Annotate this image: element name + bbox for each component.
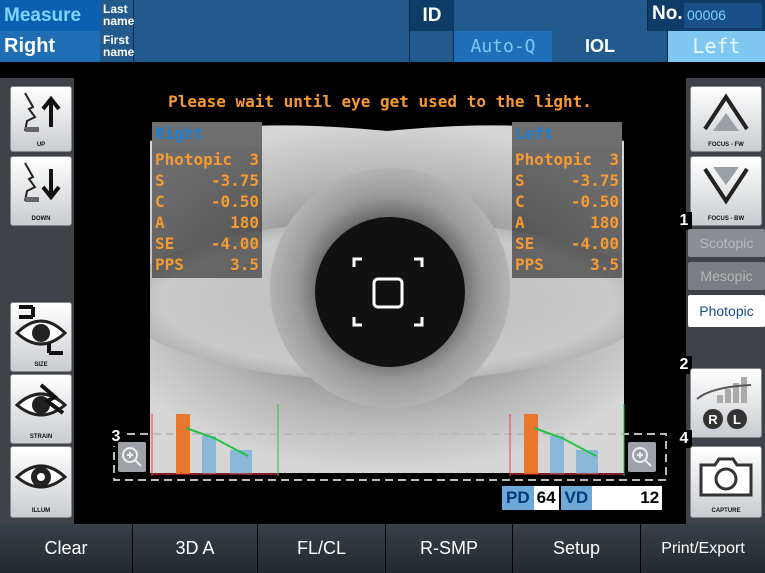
down-button[interactable]: DOWN	[10, 156, 72, 226]
vd-value: 12	[592, 486, 663, 510]
pd-vd-readout: PD 64 VD 12	[502, 486, 663, 510]
pupil-histogram-strip	[113, 404, 667, 481]
no-value: 00006	[684, 3, 762, 28]
zoom-left-button[interactable]	[628, 442, 656, 472]
hist-left-bar-2	[550, 436, 564, 474]
auto-q-button[interactable]: Auto-Q	[454, 31, 552, 62]
photopic-button[interactable]: Photopic	[688, 295, 765, 327]
vd-label: VD	[560, 486, 593, 510]
focus-fw-caption: FOCUS - FW	[708, 142, 744, 148]
focus-bw-button[interactable]: FOCUS - BW	[690, 156, 762, 226]
up-caption: UP	[36, 142, 46, 148]
chevron-up-icon	[703, 93, 749, 131]
left-photopic-row: Photopic 3	[515, 150, 619, 169]
right-pps-row: PPS 3.5	[155, 255, 259, 274]
up-button[interactable]: UP	[10, 86, 72, 152]
scotopic-button[interactable]: Scotopic	[688, 229, 765, 257]
left-se-row: SE -4.00	[515, 234, 619, 253]
left-a-row: A 180	[515, 213, 619, 232]
eye-strain-icon	[14, 383, 68, 417]
hist-left-bar-1	[524, 414, 538, 474]
bottom-toolbar: Clear 3D A FL/CL R-SMP Setup Print/Expor…	[0, 524, 765, 573]
hist-right-bar-3	[230, 450, 252, 474]
right-c-row: C -0.50	[155, 192, 259, 211]
down-caption: DOWN	[31, 216, 51, 222]
zoom-in-icon	[122, 447, 142, 467]
left-eye-button[interactable]: Left	[668, 31, 765, 62]
hist-right-bar-2	[202, 436, 216, 474]
strain-button[interactable]: STRAIN	[10, 374, 72, 444]
left-panel-title: Left	[512, 122, 622, 146]
capture-button[interactable]: CAPTURE	[690, 446, 762, 518]
zoom-in-icon	[632, 447, 652, 467]
badge-4: 4	[676, 430, 692, 448]
focus-bw-caption: FOCUS - BW	[707, 216, 745, 222]
right-s-row: S -3.75	[155, 171, 259, 190]
hist-left-curve	[533, 427, 597, 457]
first-name-field[interactable]	[134, 31, 410, 62]
no-label: No.	[652, 3, 683, 24]
first-name-label: First name	[100, 31, 134, 62]
status-message: Please wait until eye get used to the li…	[168, 92, 592, 111]
r-label: R	[708, 412, 718, 427]
illum-caption: ILLUM	[31, 508, 51, 514]
zoom-right-button[interactable]	[118, 442, 146, 472]
record-number: No. 00006	[648, 0, 765, 31]
right-eye-panel: Right Photopic 3 S -3.75 C -0.50 A 180 SE -4.…	[152, 122, 262, 278]
mode-label: Measure	[0, 0, 100, 31]
left-c-row: C -0.50	[515, 192, 619, 211]
pd-value: 64	[533, 486, 559, 510]
rl-toggle-button[interactable]: R L	[690, 368, 762, 438]
setup-button[interactable]: Setup	[513, 524, 641, 573]
pd-label: PD	[502, 486, 534, 510]
iol-button[interactable]: IOL	[552, 31, 648, 62]
eye-illum-icon	[14, 464, 68, 489]
hist-right-curve	[185, 427, 249, 457]
hist-left-bar-3	[576, 450, 598, 474]
right-panel-title: Right	[152, 122, 262, 146]
header-spacer	[648, 31, 668, 62]
eye-side-label: Right	[0, 31, 100, 62]
3d-a-button[interactable]: 3D A	[133, 524, 258, 573]
badge-1: 1	[676, 212, 692, 230]
strain-caption: STRAIN	[29, 434, 53, 440]
chevron-down-icon	[703, 167, 749, 205]
id-field[interactable]	[454, 0, 648, 31]
illum-button[interactable]: ILLUM	[10, 446, 72, 518]
right-se-row: SE -4.00	[155, 234, 259, 253]
signal-bars-icon: R L	[696, 377, 752, 429]
fl-cl-button[interactable]: FL/CL	[258, 524, 386, 573]
mesopic-button[interactable]: Mesopic	[688, 262, 765, 290]
left-eye-panel: Left Photopic 3 S -3.75 C -0.50 A 180 SE -4.0…	[512, 122, 622, 278]
right-a-row: A 180	[155, 213, 259, 232]
size-button[interactable]: SIZE	[10, 302, 72, 372]
last-name-label: Last name	[100, 0, 134, 31]
clear-button[interactable]: Clear	[0, 524, 133, 573]
focus-fw-button[interactable]: FOCUS - FW	[690, 86, 762, 152]
eye-size-icon	[14, 305, 68, 355]
left-s-row: S -3.75	[515, 171, 619, 190]
capture-caption: CAPTURE	[711, 508, 741, 514]
hist-right-bar-1	[176, 414, 190, 474]
header-blank	[410, 31, 454, 62]
size-caption: SIZE	[34, 362, 48, 368]
camera-icon	[699, 457, 753, 497]
id-label: ID	[410, 0, 454, 31]
down-arrow-icon	[24, 162, 61, 202]
right-photopic-row: Photopic 3	[155, 150, 259, 169]
last-name-field[interactable]	[134, 0, 410, 31]
left-pps-row: PPS 3.5	[515, 255, 619, 274]
r-smp-button[interactable]: R-SMP	[386, 524, 513, 573]
up-arrow-icon	[24, 92, 61, 132]
l-label: L	[733, 412, 741, 427]
print-export-button[interactable]: Print/Export	[641, 524, 765, 573]
